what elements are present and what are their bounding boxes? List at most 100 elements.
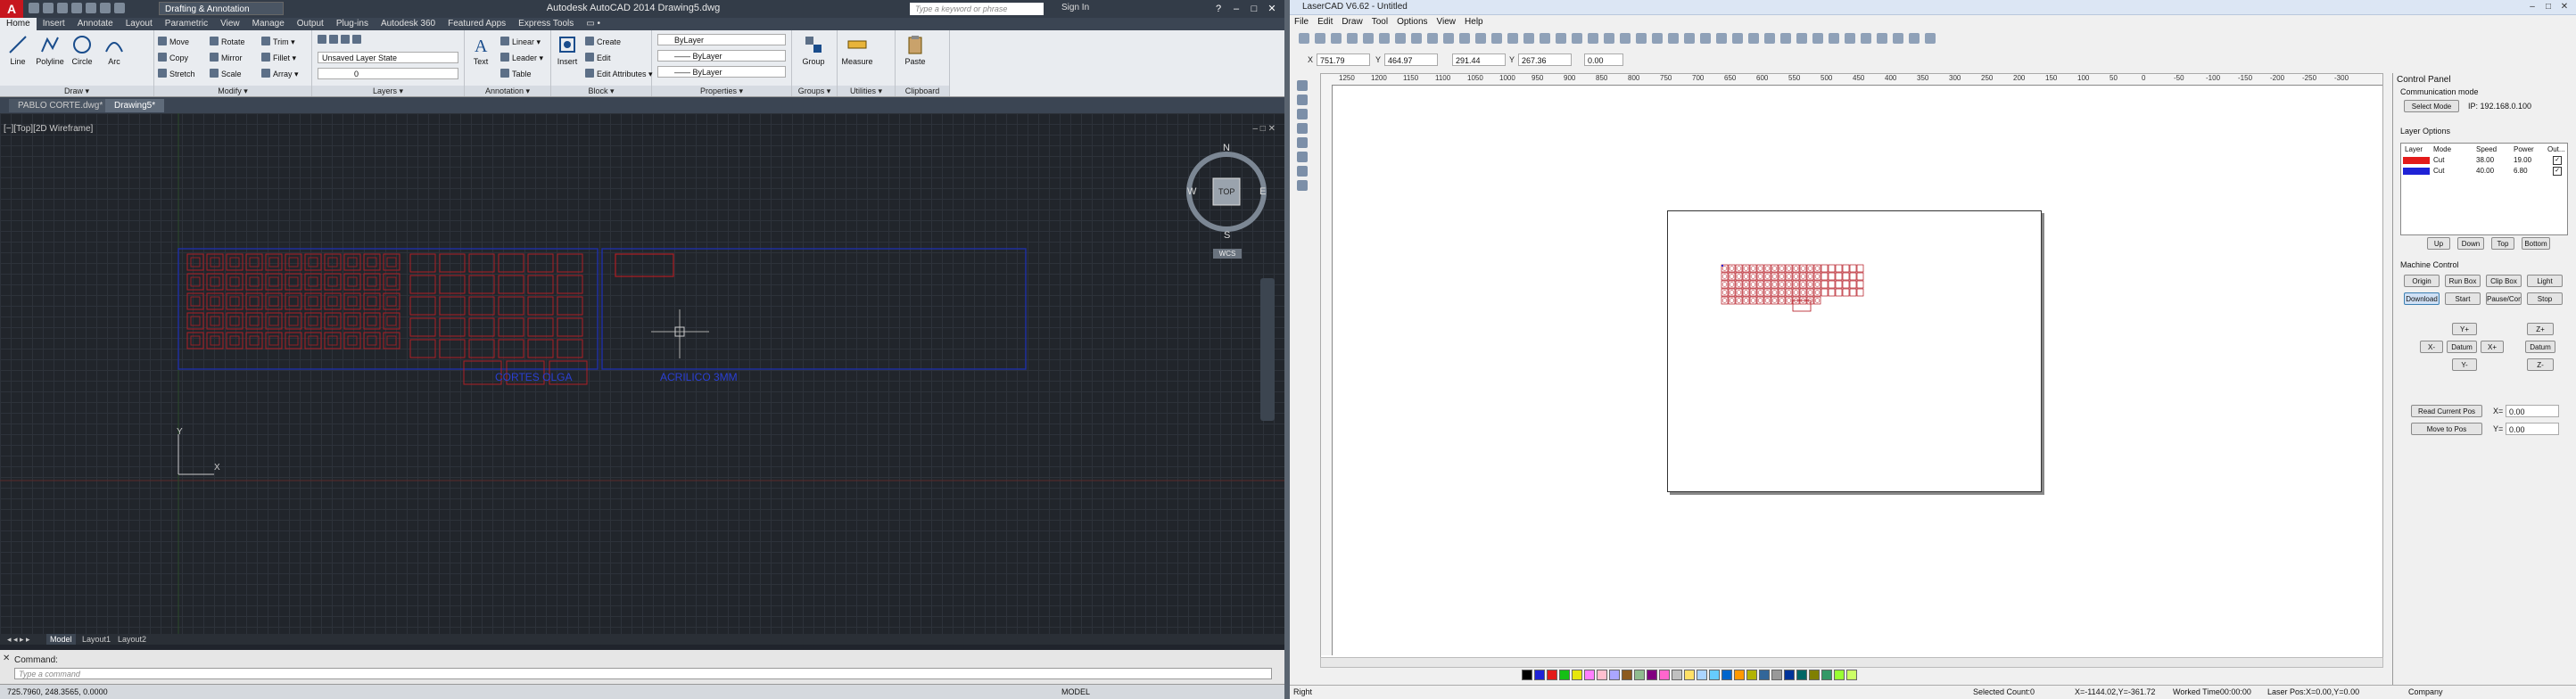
edit-block-button[interactable]: Edit: [585, 52, 611, 64]
palette-color-swatch[interactable]: [1672, 670, 1682, 680]
toolbar-tool-icon[interactable]: [1861, 33, 1871, 44]
lineweight-dropdown[interactable]: —— ByLayer: [657, 66, 786, 78]
toolbar-tool-icon[interactable]: [1572, 33, 1582, 44]
toolbar-tool-icon[interactable]: [1877, 33, 1887, 44]
fillet-button[interactable]: Fillet ▾: [261, 52, 296, 64]
stretch-button[interactable]: Stretch: [158, 68, 195, 80]
line-tool-icon[interactable]: [1297, 109, 1308, 119]
y-pos-input[interactable]: 0.00: [2506, 423, 2559, 435]
palette-color-swatch[interactable]: [1721, 670, 1732, 680]
toolbar-tool-icon[interactable]: [1668, 33, 1679, 44]
ribbon-tab-5[interactable]: View: [214, 18, 246, 30]
viewcube-north[interactable]: N: [1223, 143, 1230, 153]
maximize-icon[interactable]: □: [1245, 2, 1263, 16]
palette-color-swatch[interactable]: [1547, 670, 1557, 680]
wcs-menu[interactable]: WCS: [1213, 249, 1242, 259]
viewcube-east[interactable]: E: [1259, 186, 1266, 197]
toolbar-tool-icon[interactable]: [1427, 33, 1438, 44]
toolbar-tool-icon[interactable]: [1829, 33, 1839, 44]
save-icon[interactable]: [57, 3, 68, 13]
current-layer-dropdown[interactable]: 0: [318, 68, 458, 79]
move-button[interactable]: Move: [158, 36, 189, 48]
layer-down-button[interactable]: Down: [2457, 237, 2484, 250]
read-current-pos-button[interactable]: Read Current Pos: [2411, 405, 2482, 417]
paste-button[interactable]: Paste: [899, 34, 931, 66]
mirror-button[interactable]: Mirror: [210, 52, 243, 64]
table-row[interactable]: Cut 38.00 19.00 ✓: [2401, 156, 2567, 165]
toolbar-tool-icon[interactable]: [1764, 33, 1775, 44]
select-mode-button[interactable]: Select Mode: [2404, 100, 2459, 112]
ellipse-tool-icon[interactable]: [1297, 166, 1308, 177]
jog-z-minus-button[interactable]: Z-: [2527, 358, 2554, 371]
undo-icon[interactable]: [100, 3, 111, 13]
linear-button[interactable]: Linear ▾: [500, 36, 541, 48]
pause-continue-button[interactable]: Pause/Continue: [2486, 292, 2522, 305]
toolbar-tool-icon[interactable]: [1652, 33, 1663, 44]
text-tool-icon[interactable]: [1297, 180, 1308, 191]
text-button[interactable]: A Text: [465, 34, 497, 66]
utilities-panel-title[interactable]: Utilities ▾: [838, 86, 895, 96]
layer-up-button[interactable]: Up: [2427, 237, 2450, 250]
palette-color-swatch[interactable]: [1697, 670, 1707, 680]
horizontal-scrollbar[interactable]: [1320, 657, 2383, 668]
insert-button[interactable]: Insert: [551, 34, 583, 66]
toolbar-tool-icon[interactable]: [1700, 33, 1711, 44]
sign-in-link[interactable]: Sign In: [1061, 3, 1089, 12]
palette-color-swatch[interactable]: [1622, 670, 1632, 680]
palette-color-swatch[interactable]: [1684, 670, 1695, 680]
palette-color-swatch[interactable]: [1534, 670, 1545, 680]
copy-button[interactable]: Copy: [158, 52, 188, 64]
drawing-canvas[interactable]: [−][Top][2D Wireframe] – □ ✕ Y X TOP N S…: [0, 113, 1284, 634]
toolbar-tool-icon[interactable]: [1684, 33, 1695, 44]
arc-button[interactable]: Arc: [98, 34, 130, 66]
circle-button[interactable]: Circle: [66, 34, 98, 66]
height-field[interactable]: 267.36: [1518, 53, 1572, 66]
ribbon-tab-12[interactable]: ▭ •: [580, 18, 607, 30]
save-as-icon[interactable]: [71, 3, 82, 13]
toolbar-tool-icon[interactable]: [1331, 33, 1342, 44]
palette-color-swatch[interactable]: [1784, 670, 1795, 680]
command-input[interactable]: Type a command: [14, 668, 1272, 679]
workspace-dropdown[interactable]: Drafting & Annotation: [159, 2, 284, 15]
layer-top-button[interactable]: Top: [2491, 237, 2514, 250]
command-close-icon[interactable]: ✕: [3, 654, 10, 663]
z-datum-button[interactable]: Datum: [2525, 341, 2555, 353]
minimize-icon[interactable]: –: [2524, 2, 2540, 12]
scale-button[interactable]: Scale: [210, 68, 242, 80]
toolbar-tool-icon[interactable]: [1475, 33, 1486, 44]
x-pos-input[interactable]: 0.00: [2506, 405, 2559, 417]
select-tool-icon[interactable]: [1297, 80, 1308, 91]
toolbar-tool-icon[interactable]: [1395, 33, 1406, 44]
clip-box-button[interactable]: Clip Box: [2486, 275, 2522, 287]
trim-button[interactable]: Trim ▾: [261, 36, 295, 48]
menu-options[interactable]: Options: [1392, 16, 1432, 29]
toolbar-tool-icon[interactable]: [1588, 33, 1598, 44]
tab-layout1[interactable]: Layout1: [78, 634, 114, 645]
jog-y-plus-button[interactable]: Y+: [2452, 323, 2477, 335]
toolbar-tool-icon[interactable]: [1299, 33, 1309, 44]
toolbar-tool-icon[interactable]: [1748, 33, 1759, 44]
ribbon-tab-11[interactable]: Express Tools: [512, 18, 580, 30]
menu-file[interactable]: File: [1290, 16, 1313, 29]
navigation-bar[interactable]: [1260, 278, 1275, 421]
toolbar-tool-icon[interactable]: [1636, 33, 1647, 44]
polyline-tool-icon[interactable]: [1297, 123, 1308, 134]
toolbar-tool-icon[interactable]: [1925, 33, 1936, 44]
block-panel-title[interactable]: Block ▾: [551, 86, 651, 96]
create-block-button[interactable]: Create: [585, 36, 621, 48]
palette-color-swatch[interactable]: [1746, 670, 1757, 680]
linetype-dropdown[interactable]: —— ByLayer: [657, 50, 786, 62]
toolbar-tool-icon[interactable]: [1556, 33, 1566, 44]
help-icon[interactable]: ?: [1210, 2, 1227, 16]
toolbar-tool-icon[interactable]: [1540, 33, 1550, 44]
rect-tool-icon[interactable]: [1297, 152, 1308, 162]
palette-color-swatch[interactable]: [1659, 670, 1670, 680]
layer-tools[interactable]: [318, 34, 364, 46]
menu-tool[interactable]: Tool: [1367, 16, 1392, 29]
angle-field[interactable]: 0.00: [1584, 53, 1623, 66]
jog-x-plus-button[interactable]: X+: [2481, 341, 2504, 353]
viewcube-south[interactable]: S: [1224, 230, 1230, 241]
menu-edit[interactable]: Edit: [1313, 16, 1337, 29]
datum-button[interactable]: Datum: [2447, 341, 2477, 353]
palette-color-swatch[interactable]: [1846, 670, 1857, 680]
